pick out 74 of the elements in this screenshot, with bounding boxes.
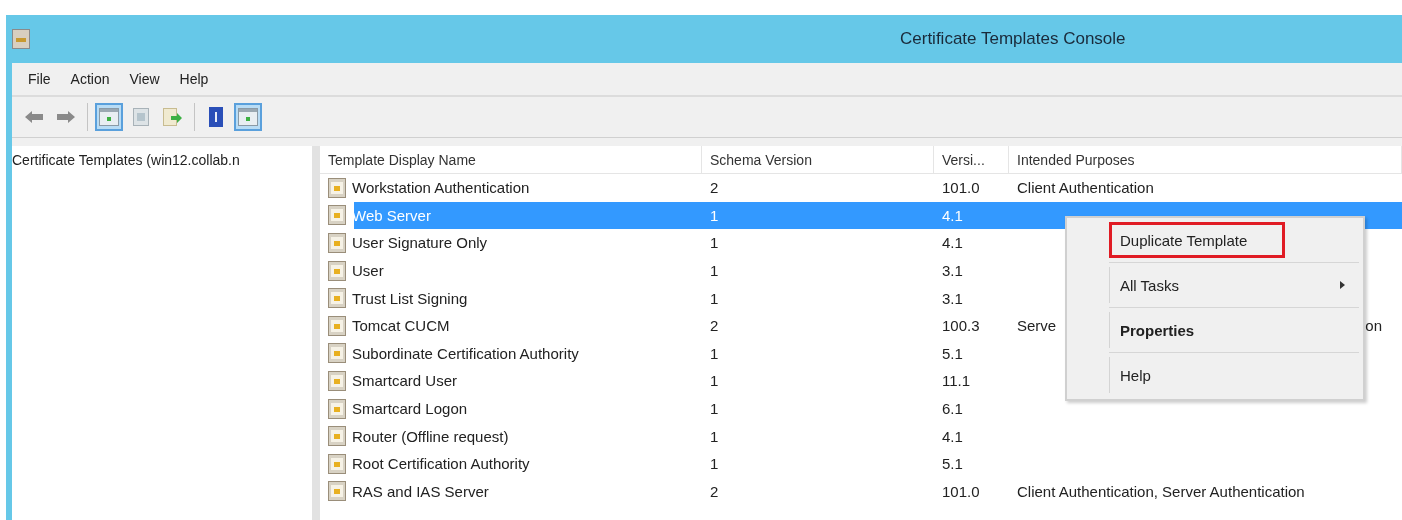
- table-cell: Serve: [1017, 317, 1057, 335]
- menu-item[interactable]: View: [121, 68, 168, 90]
- table-cell: 2: [710, 179, 719, 197]
- column-header[interactable]: Versi...: [934, 146, 1009, 173]
- table-cell: 1: [710, 234, 719, 252]
- menu-item[interactable]: Action: [62, 68, 118, 90]
- table-cell: 1: [710, 344, 719, 362]
- table-cell: 4.1: [942, 234, 963, 252]
- tree-item[interactable]: Certificate Templates (win12.collab.n: [12, 146, 312, 168]
- table-cell: Client Authentication, Server Authentication: [1017, 482, 1305, 500]
- table-cell: 2: [710, 482, 719, 500]
- table-cell: 5.1: [942, 344, 963, 362]
- table-cell-text: User: [351, 261, 385, 282]
- table-cell: 1: [710, 206, 719, 224]
- table-cell-text: Root Certification Authority: [351, 454, 531, 475]
- table-cell: 101.0: [942, 179, 980, 197]
- table-cell: 1: [710, 262, 719, 280]
- table-cell: 101.0: [942, 482, 980, 500]
- column-header[interactable]: Schema Version: [702, 146, 934, 173]
- table-cell: 3.1: [942, 289, 963, 307]
- certificate-template-icon: [328, 288, 346, 309]
- table-cell: 1: [710, 372, 719, 390]
- panel-icon: [238, 108, 258, 126]
- context-menu-item[interactable]: Duplicate Template: [1109, 222, 1285, 258]
- table-cell: Client Authentication: [1017, 179, 1154, 197]
- table-cell-text: RAS and IAS Server: [351, 481, 490, 502]
- table-cell: 1: [710, 289, 719, 307]
- table-cell: 6.1: [942, 400, 963, 418]
- certificate-template-icon: [328, 260, 346, 281]
- certificate-template-icon: [328, 315, 346, 336]
- window-title: Certificate Templates Console: [900, 29, 1126, 49]
- table-cell: 2: [710, 317, 719, 335]
- help-icon: [209, 107, 223, 127]
- menu-item[interactable]: Help: [171, 68, 217, 90]
- certificate-template-icon: [328, 426, 346, 447]
- console-icon: [12, 29, 30, 49]
- table-cell-text: Trust List Signing: [351, 288, 469, 309]
- table-cell-text: Subordinate Certification Authority: [351, 343, 580, 364]
- table-cell-text: Smartcard User: [351, 371, 459, 392]
- context-menu-item[interactable]: All Tasks: [1109, 267, 1359, 303]
- table-cell: 1: [710, 427, 719, 445]
- table-cell: 5.1: [942, 455, 963, 473]
- table-cell: 100.3: [942, 317, 980, 335]
- table-cell-text: Workstation Authentication: [351, 178, 531, 199]
- certificate-template-icon: [328, 233, 346, 253]
- certificate-template-icon: [328, 343, 346, 364]
- column-header[interactable]: Template Display Name: [320, 146, 702, 173]
- forward-icon: [57, 111, 75, 123]
- table-cell-text: User Signature Only: [351, 233, 489, 254]
- table-cell: 1: [710, 455, 719, 473]
- certificate-template-icon: [328, 177, 346, 198]
- table-cell: 11.1: [942, 372, 971, 390]
- table-cell-text: Smartcard Logon: [351, 399, 469, 420]
- certificate-template-icon: [328, 481, 346, 502]
- submenu-arrow-icon: [1340, 281, 1345, 289]
- export-icon: [163, 108, 183, 126]
- certificate-template-icon: [328, 453, 346, 474]
- menu-item[interactable]: File: [20, 68, 59, 90]
- context-menu-item[interactable]: Help: [1109, 357, 1359, 393]
- back-icon: [25, 111, 43, 123]
- certificate-template-icon: [328, 205, 346, 226]
- table-cell: 4.1: [942, 206, 963, 224]
- column-header[interactable]: Intended Purposes: [1009, 146, 1402, 173]
- panel-icon: [99, 108, 119, 126]
- table-cell: 1: [710, 400, 719, 418]
- properties-icon: [133, 108, 149, 126]
- certificate-template-icon: [328, 370, 346, 391]
- table-cell-text: Router (Offline request): [351, 426, 510, 447]
- table-cell: 4.1: [942, 427, 963, 445]
- table-cell: 3.1: [942, 262, 963, 280]
- certificate-template-icon: [328, 398, 346, 419]
- table-cell-text: Tomcat CUCM: [351, 316, 451, 337]
- context-menu-item[interactable]: Properties: [1109, 312, 1359, 348]
- table-cell: on: [1365, 317, 1382, 335]
